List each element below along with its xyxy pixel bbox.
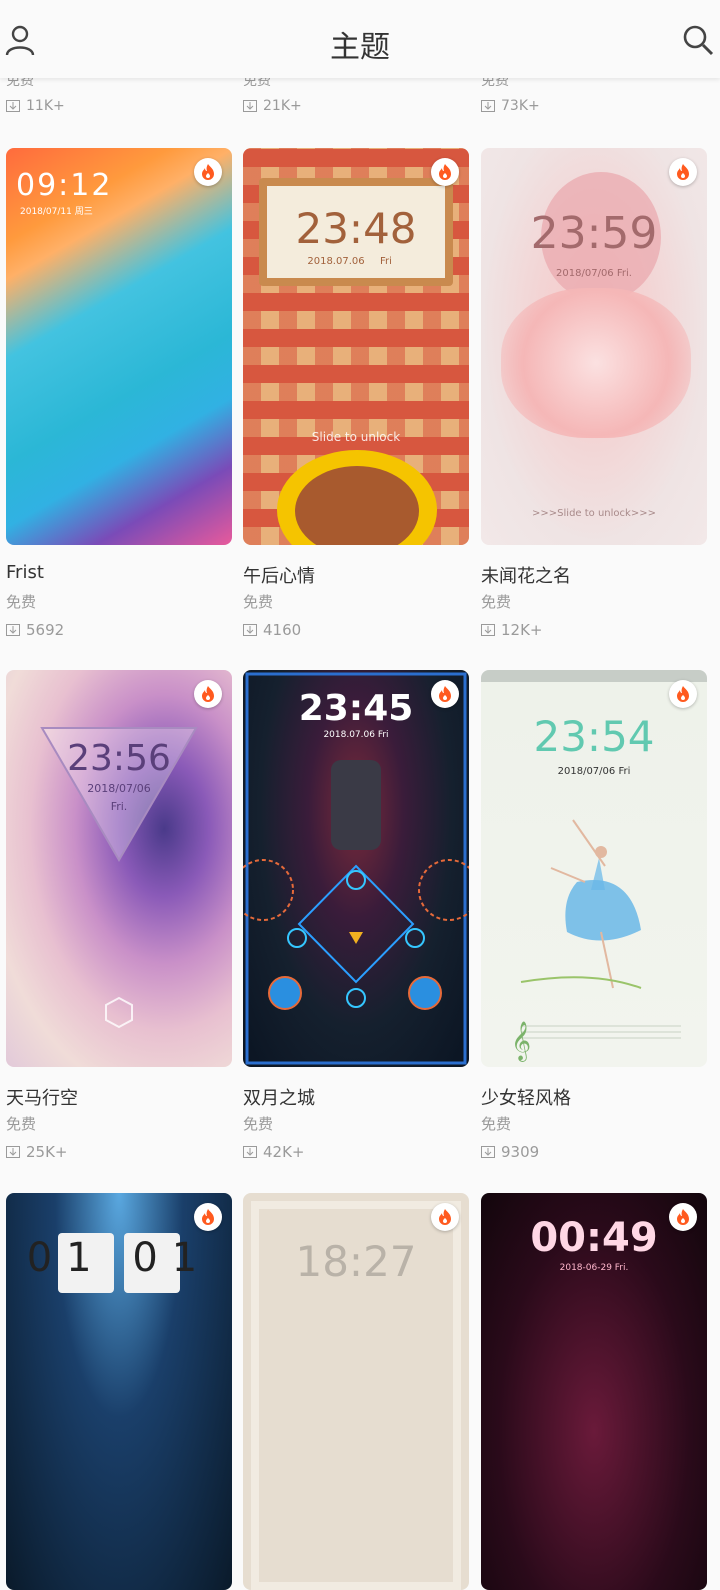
theme-name: 未闻花之名 [481,566,571,587]
lock-date: 2018/07/06 Fri [557,766,631,777]
theme-card-neon-clock[interactable]: 00:49 2018-06-29 Fri. [481,1193,707,1590]
theme-thumbnail[interactable]: 01 01 [6,1193,232,1590]
download-count: 12K+ [501,621,543,639]
lock-date: 2018/07/11 周三 [20,207,93,217]
theme-thumbnail[interactable]: 09:12 2018/07/11 周三 [6,148,232,545]
lock-clock: 01 01 [26,1235,212,1281]
triangle-frame [40,727,198,1029]
theme-grid: 免费 11K+ 免费 21K+ 免费 73K+ 09:12 2018/07/11… [0,0,720,1590]
downloads-row: 25K+ [6,1143,232,1161]
theme-thumbnail[interactable]: 23:56 2018/07/06 Fri. [6,670,232,1067]
download-icon [481,1146,495,1158]
hot-badge-icon [194,1203,222,1231]
slide-hint: Slide to unlock [311,430,401,444]
downloads-row: 9309 [481,1143,707,1161]
download-icon [481,100,495,112]
download-icon [243,624,257,636]
lock-day: Fri. [110,800,128,813]
lock-clock: 23:54 [533,712,655,761]
theme-card-frist[interactable]: 09:12 2018/07/11 周三 Frist 免费 5692 [6,148,232,639]
theme-card-frame-clock[interactable]: 18:27 [243,1193,469,1590]
slide-hint: >>>Slide to unlock>>> [532,508,656,519]
price-label: 免费 [6,593,37,611]
theme-card-pegasus[interactable]: 23:56 2018/07/06 Fri. 天马行空 免费 25K+ [6,670,232,1161]
download-icon [6,100,20,112]
price-label: 免费 [481,1115,512,1133]
download-icon [481,624,495,636]
download-count: 5692 [26,621,65,639]
price-label: 免费 [6,1115,37,1133]
lock-date: 2018/07/06 [87,782,151,795]
download-count: 42K+ [263,1143,305,1161]
lock-date: 2018/07/06 Fri. [556,268,632,279]
lock-day: Fri [380,256,392,267]
hot-badge-icon [669,680,697,708]
download-icon [6,1146,20,1158]
lock-clock: 18:27 [295,1237,417,1286]
search-icon[interactable] [680,22,716,58]
svg-text:𝄞: 𝄞 [511,1021,531,1062]
theme-card-twin-moon-city[interactable]: 23:45 2018.07.06 Fri 双月之城 免费 42K+ [243,670,469,1161]
theme-thumbnail[interactable]: 23:48 2018.07.06 Fri Slide to unlock [243,148,469,545]
theme-card-anohana[interactable]: 23:59 2018/07/06 Fri. >>>Slide to unlock… [481,148,707,639]
download-count: 21K+ [263,98,302,114]
theme-card-girl-light-style[interactable]: 𝄞 23:54 2018/07/06 Fri 少女轻风格 免费 9309 [481,670,707,1161]
price-label: 免费 [243,593,274,611]
hot-badge-icon [194,158,222,186]
download-count: 25K+ [26,1143,68,1161]
theme-thumbnail[interactable]: 00:49 2018-06-29 Fri. [481,1193,707,1590]
theme-thumbnail[interactable]: 𝄞 23:54 2018/07/06 Fri [481,670,707,1067]
app-header: 主题 [0,0,720,78]
hot-badge-icon [431,158,459,186]
lock-date: 2018-06-29 Fri. [559,1263,629,1273]
downloads-row: 12K+ [481,621,707,639]
download-icon [6,624,20,636]
hot-badge-icon [431,680,459,708]
theme-name: 天马行空 [6,1088,78,1109]
theme-thumbnail[interactable]: 23:59 2018/07/06 Fri. >>>Slide to unlock… [481,148,707,545]
downloads-row: 42K+ [243,1143,469,1161]
download-count: 11K+ [26,98,65,114]
page-title: 主题 [330,30,390,65]
hot-badge-icon [669,158,697,186]
download-icon [243,100,257,112]
download-count: 73K+ [501,98,540,114]
lock-clock: 23:56 [67,738,171,779]
downloads-row: 5692 [6,621,232,639]
lock-clock: 23:59 [530,208,658,259]
download-icon [243,1146,257,1158]
hot-badge-icon [669,1203,697,1231]
downloads-row: 4160 [243,621,469,639]
lock-clock: 23:48 [295,204,417,253]
theme-card-flip-clock[interactable]: 01 01 [6,1193,232,1590]
theme-name: 少女轻风格 [481,1088,571,1109]
theme-name: Frist [6,562,44,583]
theme-name: 午后心情 [243,566,315,587]
theme-thumbnail[interactable]: 18:27 [243,1193,469,1590]
theme-name: 双月之城 [243,1088,315,1109]
download-count: 4160 [263,621,302,639]
hot-badge-icon [431,1203,459,1231]
lock-date: 2018.07.06 Fri [323,730,389,740]
price-label: 免费 [481,593,512,611]
theme-card-afternoon-mood[interactable]: 23:48 2018.07.06 Fri Slide to unlock 午后心… [243,148,469,639]
theme-thumbnail[interactable]: 23:45 2018.07.06 Fri [243,670,469,1067]
price-label: 免费 [243,1115,274,1133]
hot-badge-icon [194,680,222,708]
download-count: 9309 [501,1143,540,1161]
